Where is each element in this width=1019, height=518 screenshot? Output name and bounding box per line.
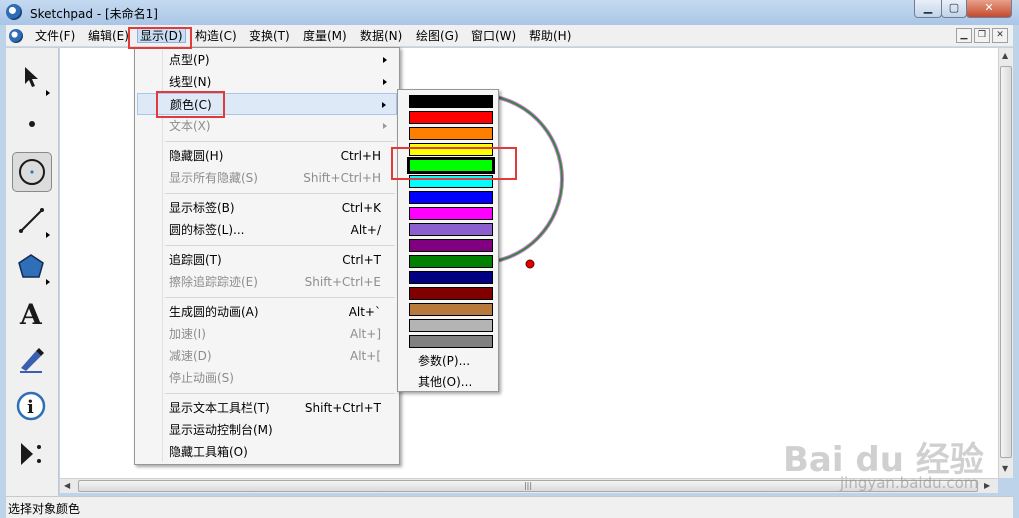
straightedge-tool[interactable] (12, 200, 52, 240)
maximize-button[interactable]: ▢ (941, 0, 967, 18)
color-swatch[interactable] (409, 255, 493, 268)
color-swatch[interactable] (409, 207, 493, 220)
menu-file[interactable]: 文件(F) (35, 28, 75, 44)
point-tool[interactable] (12, 104, 52, 144)
submenu-arrow-icon (383, 79, 387, 85)
menu-construct[interactable]: 构造(C) (195, 28, 237, 44)
color-swatch[interactable] (409, 95, 493, 108)
menu-item-show-label[interactable]: 显示标签(B) Ctrl+K (137, 197, 397, 219)
color-swatch[interactable] (409, 111, 493, 124)
maximize-icon: ▢ (948, 1, 960, 14)
toolbox: A i (6, 48, 59, 497)
menu-separator (165, 245, 395, 246)
menu-item-text: 文本(X) (137, 115, 397, 137)
submenu-arrow-icon (383, 123, 387, 129)
annotation-box-color-item (156, 91, 225, 118)
arrow-select-tool[interactable] (12, 58, 52, 98)
close-button[interactable]: ✕ (966, 0, 1012, 18)
text-tool[interactable]: A (12, 293, 52, 333)
polygon-tool[interactable] (12, 247, 52, 287)
doc-close-button[interactable]: ✕ (992, 28, 1008, 43)
minimize-button[interactable]: ▁ (914, 0, 942, 18)
menu-separator (165, 141, 395, 142)
close-icon: ✕ (984, 1, 994, 14)
menu-item-stop-animation: 停止动画(S) (169, 371, 234, 385)
point-icon (29, 121, 35, 127)
menu-item-speed-up: 加速(I) Alt+] (169, 327, 381, 341)
custom-tool-icon (21, 443, 41, 465)
window-title: Sketchpad - [未命名1] (30, 7, 158, 21)
status-bar: 选择对象颜色 (6, 496, 1013, 518)
status-text: 选择对象颜色 (8, 502, 81, 516)
menu-item-slow-down: 减速(D) Alt+[ (169, 349, 381, 363)
menu-data[interactable]: 数据(N) (360, 28, 402, 44)
vertical-scrollbar[interactable]: ▲ ▼ (998, 48, 1013, 478)
scroll-down-icon[interactable]: ▼ (1002, 464, 1008, 473)
doc-restore-button[interactable]: ❐ (974, 28, 990, 43)
marker-tool[interactable] (12, 338, 52, 378)
scroll-left-icon[interactable]: ◀ (64, 481, 70, 490)
menu-item-show-all-hidden: 显示所有隐藏(S) Shift+Ctrl+H (169, 171, 381, 185)
title-bar: Sketchpad - [未命名1] ▁ ▢ ✕ (0, 0, 1019, 25)
color-swatch[interactable] (409, 127, 493, 140)
svg-text:i: i (27, 397, 34, 418)
menu-item-parametric-color[interactable]: 参数(P)... (418, 352, 470, 369)
info-icon: i (16, 391, 46, 421)
menu-item-point-style[interactable]: 点型(P) (137, 49, 397, 71)
menu-item-trace-circle[interactable]: 追踪圆(T) Ctrl+T (137, 249, 397, 271)
document-icon[interactable] (9, 29, 23, 43)
color-swatch[interactable] (409, 287, 493, 300)
menu-item-animate-circle[interactable]: 生成圆的动画(A) Alt+` (137, 301, 397, 323)
menu-graph[interactable]: 绘图(G) (416, 28, 459, 44)
submenu-arrow-icon (383, 57, 387, 63)
menu-separator (165, 393, 395, 394)
marker-pen-icon (20, 348, 44, 373)
baidu-watermark-url: jingyan.baidu.com (840, 474, 979, 492)
menu-window[interactable]: 窗口(W) (471, 28, 516, 44)
doc-minimize-button[interactable]: ▁ (956, 28, 972, 43)
menu-item-erase-traces: 擦除追踪踪迹(E) Shift+Ctrl+E (169, 275, 381, 289)
menu-item-line-style[interactable]: 线型(N) (137, 71, 397, 93)
color-swatch[interactable] (409, 303, 493, 316)
annotation-box-green-swatch (391, 147, 517, 180)
menu-item-show-motion-controller[interactable]: 显示运动控制台(M) (137, 419, 397, 441)
text-a-icon: A (19, 298, 43, 331)
annotation-box-display-menu (128, 27, 192, 49)
custom-tool[interactable] (12, 434, 52, 474)
svg-text:A: A (19, 298, 43, 331)
color-submenu: 参数(P)... 其他(O)... (397, 89, 499, 392)
color-swatch[interactable] (409, 239, 493, 252)
menu-transform[interactable]: 变换(T) (249, 28, 290, 44)
circle-icon (19, 159, 45, 185)
menu-item-hide-circle[interactable]: 隐藏圆(H) Ctrl+H (137, 145, 397, 167)
color-swatch[interactable] (409, 319, 493, 332)
menu-item-show-text-toolbar[interactable]: 显示文本工具栏(T) Shift+Ctrl+T (137, 397, 397, 419)
vertical-scroll-thumb[interactable] (1000, 66, 1012, 458)
circle-radius-point[interactable] (525, 259, 535, 269)
scroll-up-icon[interactable]: ▲ (1002, 51, 1008, 60)
menu-separator (165, 193, 395, 194)
menu-item-other-color[interactable]: 其他(O)... (418, 373, 472, 390)
menu-item-hide-toolbox[interactable]: 隐藏工具箱(O) (137, 441, 397, 463)
menu-help[interactable]: 帮助(H) (529, 28, 571, 44)
color-swatch[interactable] (409, 223, 493, 236)
app-icon (6, 4, 22, 20)
color-swatch[interactable] (409, 335, 493, 348)
submenu-arrow-icon (382, 102, 386, 108)
color-swatch[interactable] (409, 271, 493, 284)
compass-circle-tool[interactable] (12, 152, 52, 192)
menu-item-circle-label[interactable]: 圆的标签(L)... Alt+/ (137, 219, 397, 241)
minimize-icon: ▁ (923, 1, 933, 14)
color-swatch[interactable] (409, 191, 493, 204)
menu-measure[interactable]: 度量(M) (303, 28, 347, 44)
menu-separator (165, 297, 395, 298)
information-tool[interactable]: i (12, 386, 52, 426)
scroll-right-icon[interactable]: ▶ (984, 481, 990, 490)
menu-edit[interactable]: 编辑(E) (88, 28, 129, 44)
